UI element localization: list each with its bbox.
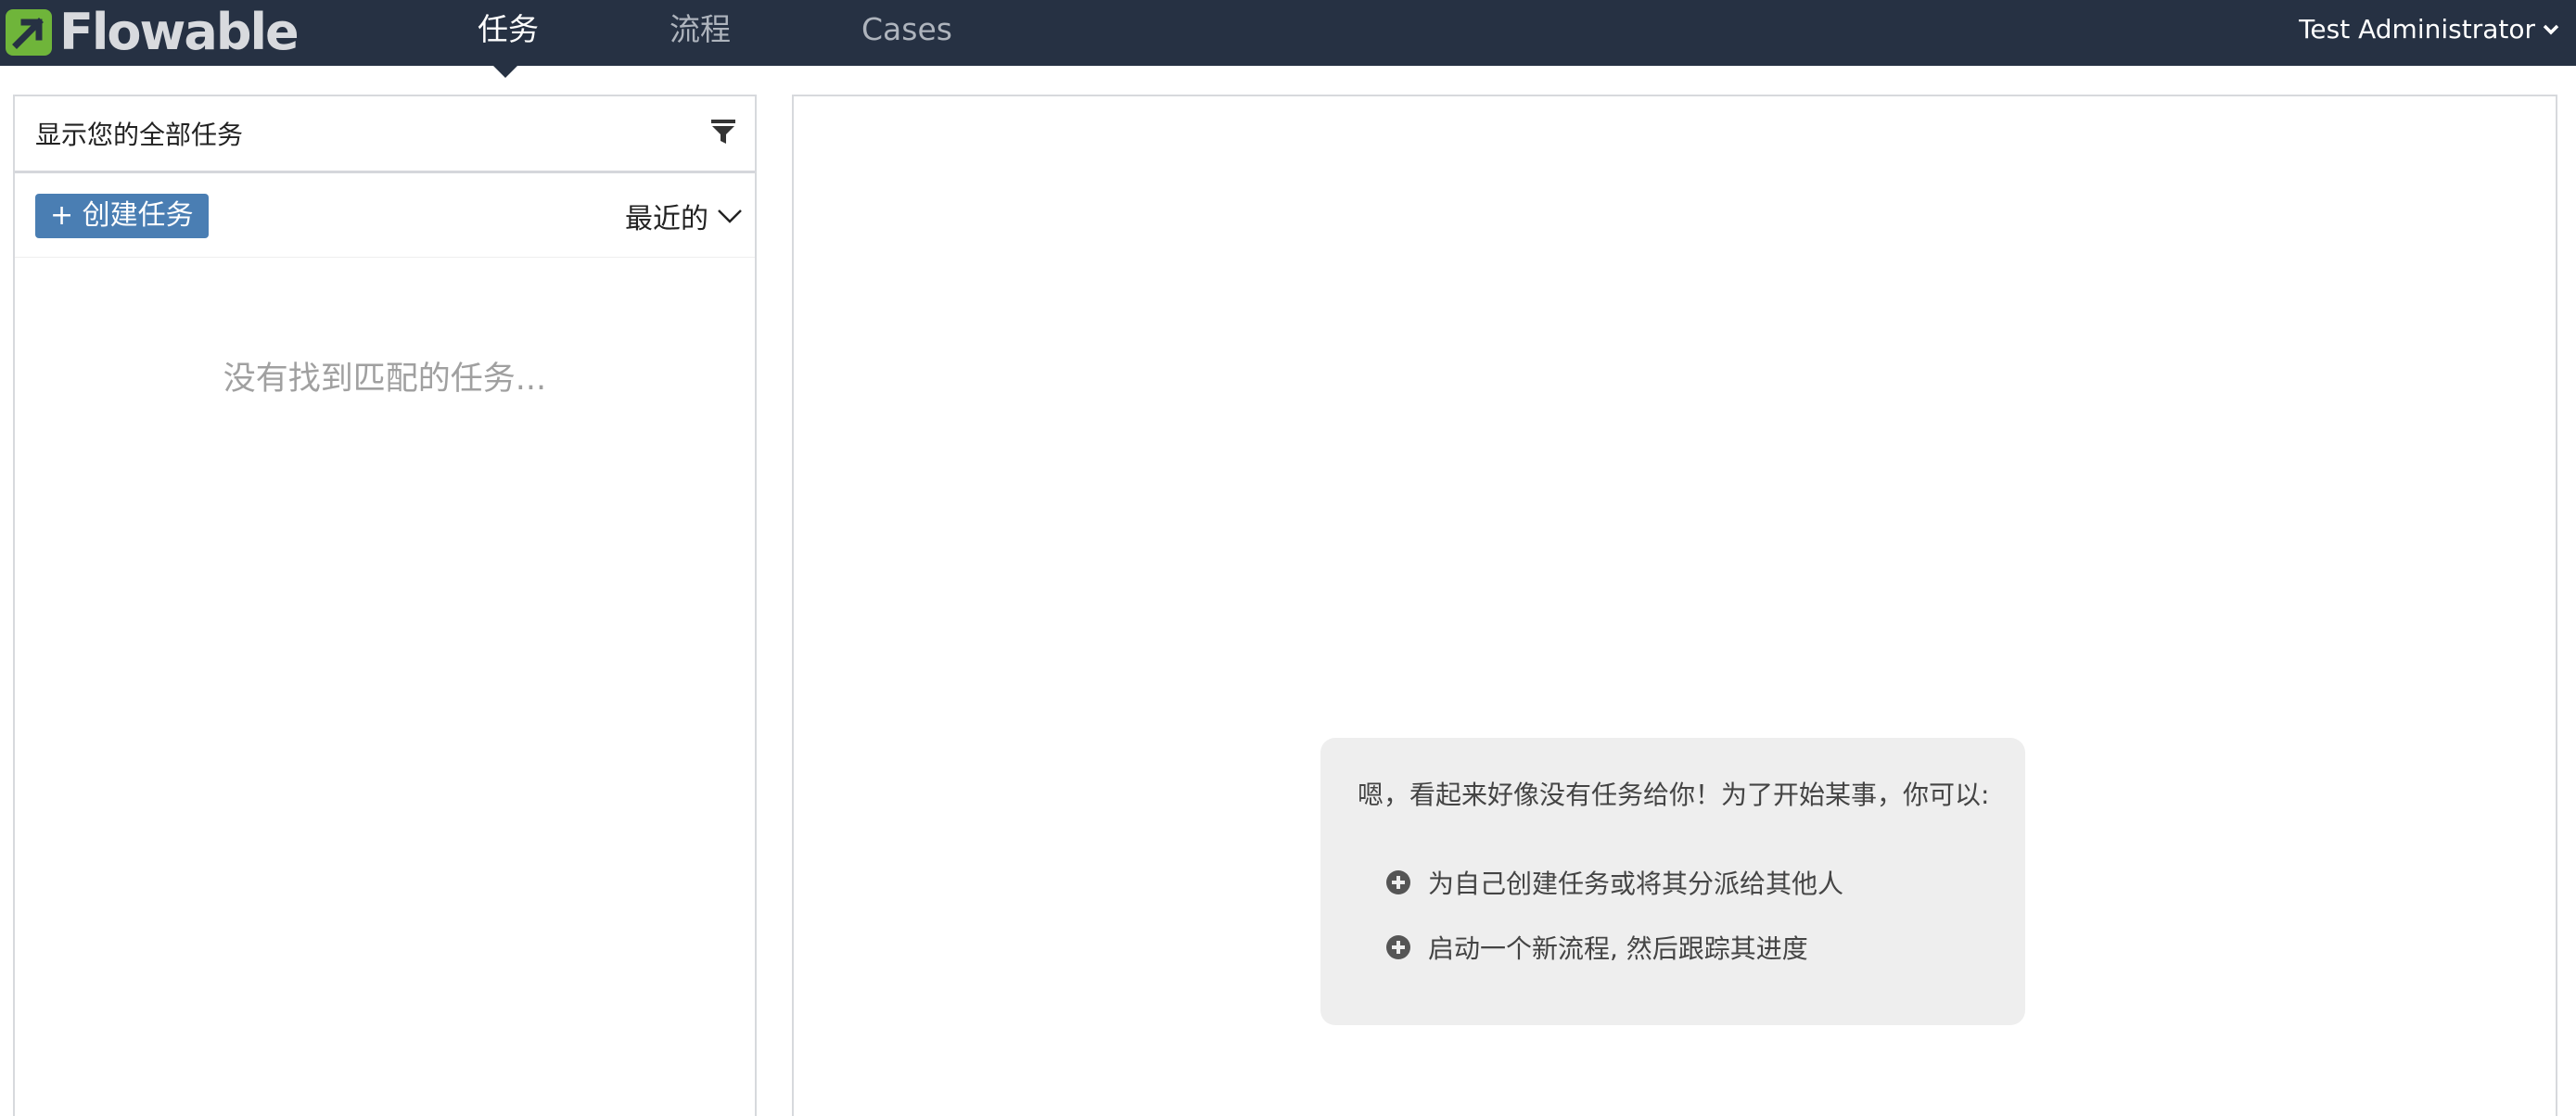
task-filter-bar[interactable]: 显示您的全部任务 bbox=[15, 96, 755, 173]
user-name: Test Administrator bbox=[2299, 14, 2535, 44]
help-intro: 嗯，看起来好像没有任务给你！为了开始某事，你可以: bbox=[1358, 780, 1990, 810]
tab-tasks[interactable]: 任务 bbox=[478, 0, 539, 66]
help-item: 启动一个新流程, 然后跟踪其进度 bbox=[1385, 929, 1808, 966]
help-item-text: 启动一个新流程, 然后跟踪其进度 bbox=[1428, 933, 1808, 964]
active-tab-indicator bbox=[492, 65, 518, 78]
empty-task-message: 没有找到匹配的任务... bbox=[223, 361, 547, 398]
tab-processes[interactable]: 流程 bbox=[670, 0, 731, 66]
tab-cases[interactable]: Cases bbox=[861, 0, 952, 66]
top-navbar: Flowable 任务 流程 Cases Test Administrator bbox=[0, 0, 2576, 66]
flowable-logo[interactable]: Flowable bbox=[4, 3, 300, 61]
filter-icon[interactable] bbox=[710, 119, 736, 145]
chevron-down-icon bbox=[2543, 24, 2559, 35]
help-item: 为自己创建任务或将其分派给其他人 bbox=[1385, 864, 1843, 901]
filter-label: 显示您的全部任务 bbox=[35, 120, 244, 150]
plus-circle-icon bbox=[1386, 935, 1410, 959]
task-list-panel: 显示您的全部任务 + 创建任务 最近的 没有找到匹配的任务... bbox=[13, 95, 757, 1116]
task-action-row: + 创建任务 最近的 bbox=[15, 173, 755, 258]
plus-circle-icon bbox=[1386, 870, 1410, 894]
user-menu[interactable]: Test Administrator bbox=[2299, 0, 2559, 59]
sort-label: 最近的 bbox=[625, 203, 708, 235]
create-task-button[interactable]: + 创建任务 bbox=[35, 194, 209, 238]
help-item-text: 为自己创建任务或将其分派给其他人 bbox=[1428, 869, 1844, 899]
logo-text: Flowable bbox=[59, 3, 300, 61]
flowable-logo-icon bbox=[6, 9, 52, 56]
getting-started-card: 嗯，看起来好像没有任务给你！为了开始某事，你可以: 为自己创建任务或将其分派给其… bbox=[1320, 738, 2025, 1025]
sort-dropdown[interactable]: 最近的 bbox=[625, 196, 744, 236]
chevron-down-icon bbox=[718, 209, 742, 223]
